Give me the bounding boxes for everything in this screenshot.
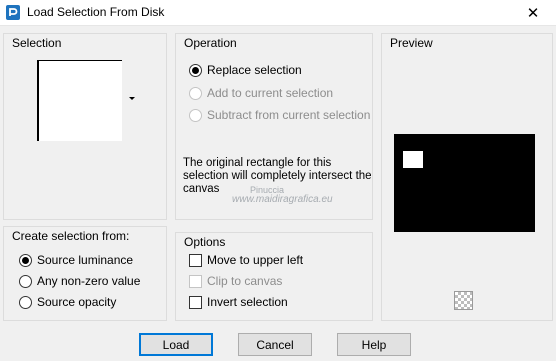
invert-selection-checkbox[interactable]: Invert selection [189, 295, 288, 309]
dropdown-arrow-icon[interactable] [129, 97, 135, 100]
replace-selection-radio[interactable]: Replace selection [189, 63, 302, 77]
selection-thumbnail-picker[interactable] [37, 60, 122, 141]
window-title: Load Selection From Disk [27, 5, 165, 19]
checkbox [189, 274, 202, 288]
add-to-current-selection-radio: Add to current selection [189, 86, 333, 100]
cancel-button[interactable]: Cancel [238, 333, 312, 356]
checkbox-label: Clip to canvas [207, 274, 283, 288]
radio-button [189, 108, 202, 122]
radio-label: Source luminance [37, 253, 134, 267]
title-bar: Load Selection From Disk ✕ [0, 0, 556, 26]
watermark: Pinuccia www.maidiragrafica.eu [232, 185, 333, 205]
radio-button[interactable] [19, 253, 32, 267]
checkbox[interactable] [189, 295, 202, 309]
move-to-upper-left-checkbox[interactable]: Move to upper left [189, 253, 303, 267]
create-from-group-title: Create selection from: [12, 229, 130, 243]
source-luminance-radio[interactable]: Source luminance [19, 253, 133, 267]
transparency-toggle-icon[interactable] [454, 291, 473, 310]
selection-group-title: Selection [12, 36, 62, 50]
radio-button[interactable] [19, 274, 32, 288]
radio-button [189, 86, 202, 100]
checkbox-label: Invert selection [207, 295, 288, 309]
options-group-title: Options [184, 235, 226, 249]
radio-button[interactable] [189, 63, 202, 77]
checkbox-label: Move to upper left [207, 253, 304, 267]
radio-label: Add to current selection [207, 86, 334, 100]
checkbox[interactable] [189, 253, 202, 267]
operation-group-title: Operation [184, 36, 237, 50]
radio-label: Source opacity [37, 295, 117, 309]
source-opacity-radio[interactable]: Source opacity [19, 295, 116, 309]
radio-label: Replace selection [207, 63, 302, 77]
clip-to-canvas-checkbox: Clip to canvas [189, 274, 282, 288]
any-non-zero-value-radio[interactable]: Any non-zero value [19, 274, 140, 288]
subtract-from-current-selection-radio: Subtract from current selection [189, 108, 370, 122]
radio-label: Any non-zero value [37, 274, 141, 288]
preview-canvas [394, 134, 535, 232]
radio-label: Subtract from current selection [207, 108, 371, 122]
preview-group-title: Preview [390, 36, 433, 50]
radio-button[interactable] [19, 295, 32, 309]
app-icon [6, 5, 20, 20]
close-icon[interactable]: ✕ [510, 0, 556, 26]
load-button[interactable]: Load [139, 333, 213, 356]
help-button[interactable]: Help [337, 333, 411, 356]
watermark-line2: www.maidiragrafica.eu [232, 194, 333, 205]
preview-selection-rect [403, 151, 423, 168]
